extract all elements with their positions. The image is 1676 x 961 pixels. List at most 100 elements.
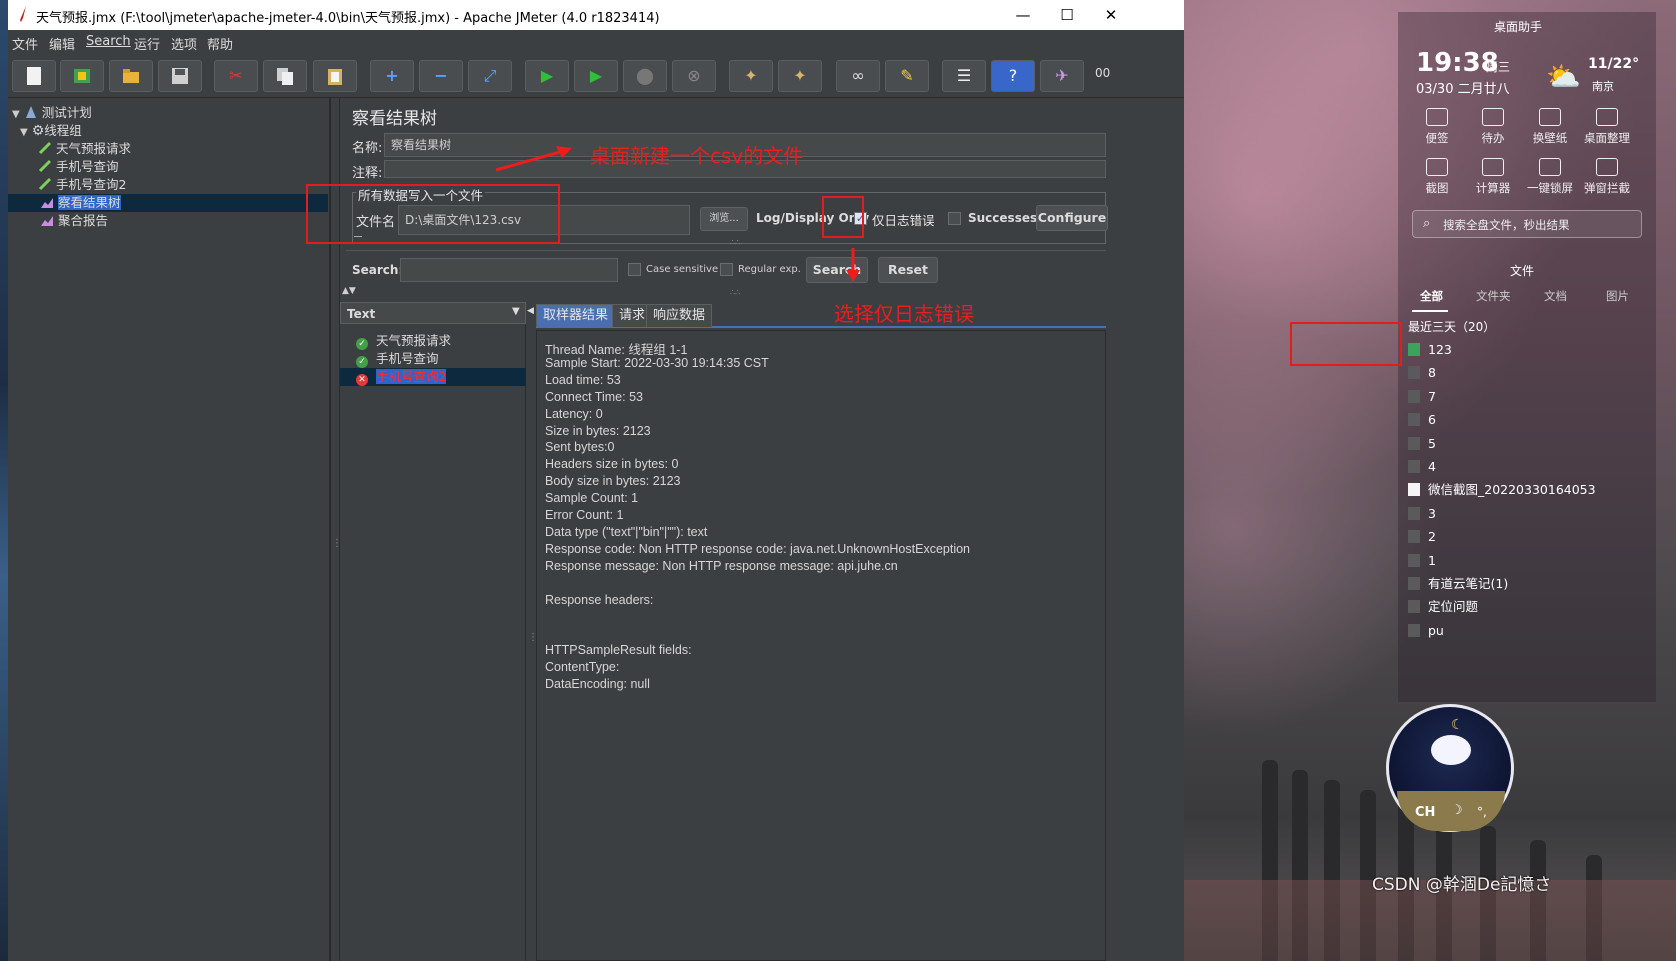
todo-check-icon[interactable] xyxy=(1482,108,1504,126)
tree-node-aggregate-report[interactable]: 聚合报告 xyxy=(40,212,108,230)
expand-arrow-icon[interactable]: ▼ xyxy=(20,127,28,138)
shortcut-label[interactable]: 一键锁屏 xyxy=(1522,180,1578,196)
file-search-box[interactable]: ⌕ 搜索全盘文件，秒出结果 xyxy=(1412,210,1642,238)
recent-file-item[interactable]: 8 xyxy=(1408,363,1436,383)
tree-node-test-plan[interactable]: ▼ 测试计划 xyxy=(12,104,92,122)
menu-help[interactable]: 帮助 xyxy=(207,34,233,53)
browse-button[interactable]: 浏览... xyxy=(700,207,748,231)
recent-file-item[interactable]: pu xyxy=(1408,621,1444,641)
start-icon[interactable]: ▶ xyxy=(525,60,569,92)
recent-file-item[interactable]: 1 xyxy=(1408,551,1436,571)
lock-icon[interactable] xyxy=(1539,158,1561,176)
tab-response-data[interactable]: 响应数据 xyxy=(646,304,713,327)
templates-icon[interactable] xyxy=(60,60,104,92)
successes-checkbox[interactable] xyxy=(948,212,961,225)
regex-checkbox[interactable] xyxy=(720,263,733,276)
expand-arrow-icon[interactable]: ▼ xyxy=(12,109,20,120)
search-binoculars-icon[interactable]: ∞ xyxy=(836,60,880,92)
maximize-button[interactable]: ☐ xyxy=(1044,0,1090,30)
drag-handle-icon[interactable]: ∴∴ xyxy=(730,288,740,297)
result-item-phone[interactable]: ✓ 手机号查询 xyxy=(356,350,439,368)
remote-icon[interactable]: ✈ xyxy=(1040,60,1084,92)
reset-button[interactable]: Reset xyxy=(878,257,938,283)
reset-search-icon[interactable]: ✎ xyxy=(885,60,929,92)
function-helper-icon[interactable]: ☰ xyxy=(942,60,986,92)
menu-options[interactable]: 选项 xyxy=(171,34,197,53)
toggle-icon[interactable]: ⤢ xyxy=(468,60,512,92)
shortcut-label[interactable]: 截图 xyxy=(1409,180,1465,196)
wallpaper-icon[interactable] xyxy=(1539,108,1561,126)
shortcut-label[interactable]: 待办 xyxy=(1465,130,1521,146)
recent-file-item[interactable]: 2 xyxy=(1408,527,1436,547)
ime-language-label[interactable]: CH xyxy=(1415,805,1435,820)
recent-file-item[interactable]: 6 xyxy=(1408,410,1436,430)
start-no-pauses-icon[interactable]: ▶ xyxy=(574,60,618,92)
popup-block-icon[interactable] xyxy=(1596,158,1618,176)
tree-node-thread-group[interactable]: ▼ ⚙线程组 xyxy=(20,122,82,140)
help-icon[interactable]: ? xyxy=(991,60,1035,92)
clear-icon[interactable]: ✦ xyxy=(729,60,773,92)
close-button[interactable]: ✕ xyxy=(1088,0,1134,30)
tree-node-view-results-tree[interactable]: 察看结果树 xyxy=(8,194,328,212)
shortcut-label[interactable]: 换壁纸 xyxy=(1522,130,1578,146)
recent-file-item[interactable]: 3 xyxy=(1408,504,1436,524)
screenshot-icon[interactable] xyxy=(1426,158,1448,176)
tree-node-phone-query[interactable]: 手机号查询 xyxy=(38,158,119,176)
annotation-text-create-csv: 桌面新建一个csv的文件 xyxy=(590,144,804,168)
search-input[interactable] xyxy=(400,258,618,282)
result-item-phone-2[interactable]: ✕ 手机号查询2 xyxy=(340,368,526,386)
shutdown-icon[interactable]: ⊗ xyxy=(672,60,716,92)
tree-node-phone-query-2[interactable]: 手机号查询2 xyxy=(38,176,126,194)
recent-file-item[interactable]: 微信截图_20220330164053 xyxy=(1408,480,1596,500)
recent-file-item[interactable]: 4 xyxy=(1408,457,1436,477)
ime-floating-ball[interactable]: ☾ CH ☽ °, xyxy=(1386,704,1514,832)
recent-file-item[interactable]: 7 xyxy=(1408,387,1436,407)
copy-icon[interactable] xyxy=(263,60,307,92)
file-tab-docs[interactable]: 文档 xyxy=(1544,288,1567,304)
renderer-select[interactable]: Text xyxy=(340,302,526,324)
clear-all-icon[interactable]: ✦ xyxy=(778,60,822,92)
tree-node-weather-request[interactable]: 天气预报请求 xyxy=(38,140,131,158)
result-split-divider[interactable]: ◀ ⋮ xyxy=(527,302,538,961)
expand-all-icon[interactable]: + xyxy=(370,60,414,92)
desktop-organize-icon[interactable] xyxy=(1596,108,1618,126)
tab-sampler-result[interactable]: 取样器结果 xyxy=(536,304,616,327)
minimize-button[interactable]: — xyxy=(1000,0,1046,30)
shortcut-label[interactable]: 桌面整理 xyxy=(1579,130,1635,146)
open-icon[interactable] xyxy=(109,60,153,92)
menu-edit[interactable]: 编辑 xyxy=(49,34,75,53)
calculator-icon[interactable] xyxy=(1482,158,1504,176)
configure-button[interactable]: Configure xyxy=(1036,205,1108,231)
recent-file-item[interactable]: 定位问题 xyxy=(1408,597,1478,617)
menu-file[interactable]: 文件 xyxy=(12,34,38,53)
collapse-all-icon[interactable]: − xyxy=(419,60,463,92)
paste-icon[interactable] xyxy=(313,60,357,92)
new-icon[interactable] xyxy=(12,60,56,92)
recent-file-item[interactable]: 5 xyxy=(1408,434,1436,454)
recent-file-item[interactable]: 有道云笔记(1) xyxy=(1408,574,1508,594)
case-sensitive-checkbox[interactable] xyxy=(628,263,641,276)
shortcut-label[interactable]: 计算器 xyxy=(1465,180,1521,196)
save-icon[interactable] xyxy=(158,60,202,92)
cut-icon[interactable]: ✂ xyxy=(214,60,258,92)
listener-chart-icon xyxy=(41,198,53,208)
shortcut-label[interactable]: 便签 xyxy=(1409,130,1465,146)
menu-run[interactable]: 运行 xyxy=(134,34,160,53)
name-label: 名称: xyxy=(352,141,383,156)
punctuation-icon[interactable]: °, xyxy=(1477,805,1487,819)
drag-handle-icon[interactable]: ∴∴ xyxy=(730,238,740,247)
stop-icon[interactable]: ⬤ xyxy=(623,60,667,92)
chevron-down-icon[interactable]: ▼ xyxy=(512,306,520,317)
menu-search[interactable]: Search xyxy=(86,34,131,49)
file-tab-folders[interactable]: 文件夹 xyxy=(1476,288,1511,304)
recent-file-item[interactable]: 123 xyxy=(1408,340,1452,360)
sticky-note-icon[interactable] xyxy=(1426,108,1448,126)
file-tab-images[interactable]: 图片 xyxy=(1606,288,1629,304)
collapse-arrows-icon[interactable]: ▲▼ xyxy=(342,286,356,296)
sampler-pencil-icon xyxy=(38,159,52,173)
shortcut-label[interactable]: 弹窗拦截 xyxy=(1579,180,1635,196)
file-tab-all[interactable]: 全部 xyxy=(1420,288,1443,304)
error-shield-icon: ✕ xyxy=(356,374,368,386)
half-width-moon-icon[interactable]: ☽ xyxy=(1451,803,1463,818)
result-item-weather[interactable]: ✓ 天气预报请求 xyxy=(356,332,451,350)
